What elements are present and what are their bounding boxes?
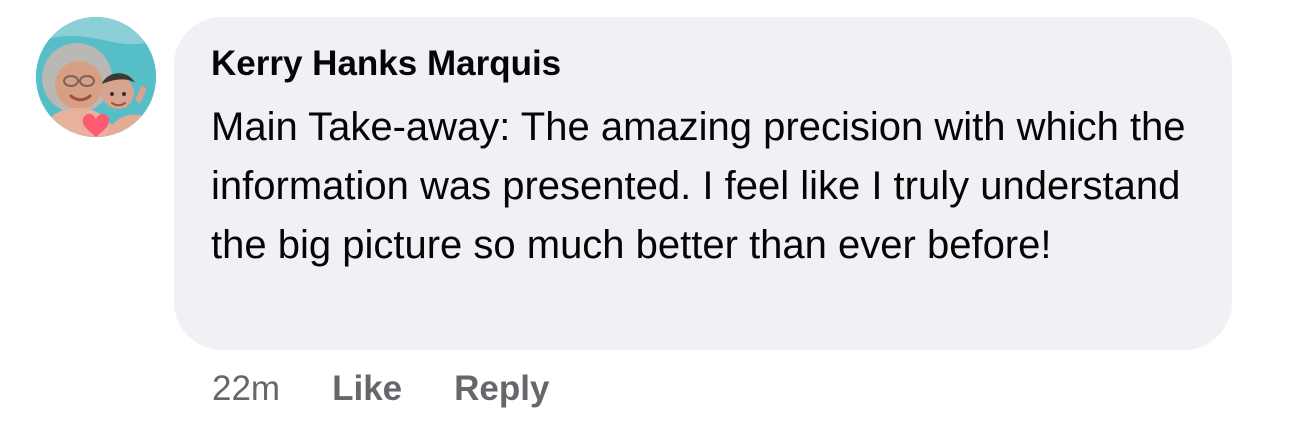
avatar[interactable] <box>36 17 156 137</box>
comment: Kerry Hanks Marquis Main Take-away: The … <box>0 0 1290 431</box>
profile-photo-icon <box>36 17 156 137</box>
comment-text: Main Take-away: The amazing precision wi… <box>211 105 1186 267</box>
comment-timestamp[interactable]: 22m <box>212 369 280 409</box>
like-button[interactable]: Like <box>332 369 402 409</box>
comment-bubble: Kerry Hanks Marquis Main Take-away: The … <box>174 17 1232 350</box>
reply-button[interactable]: Reply <box>454 369 549 409</box>
comment-author[interactable]: Kerry Hanks Marquis <box>211 41 1194 87</box>
comment-actions: 22m Like Reply <box>212 365 549 413</box>
